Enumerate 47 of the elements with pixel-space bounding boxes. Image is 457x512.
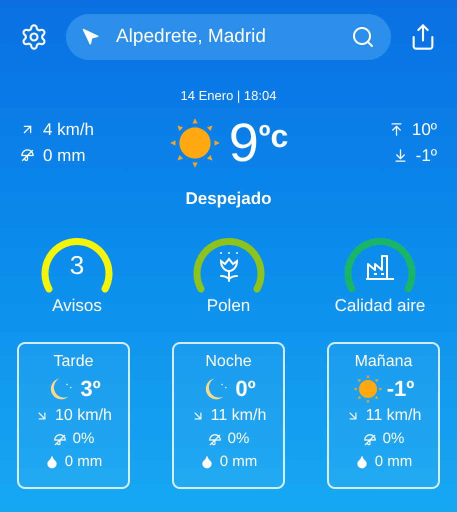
period-name: Mañana <box>354 352 412 372</box>
rain-off-icon <box>52 432 67 447</box>
current-temperature: 9 <box>228 116 259 170</box>
period-rain-chance: 0% <box>228 430 250 449</box>
period-wind: 10 km/h <box>55 406 112 426</box>
gauge-value: 3 <box>70 250 84 280</box>
search-icon[interactable] <box>351 25 375 49</box>
forecast-card[interactable]: Noche 0º 11 km/h 0% 0 mm <box>172 342 285 490</box>
period-temperature: 0º <box>235 378 256 400</box>
forecast-card[interactable]: Tarde 3º 10 km/h 0% 0 mm <box>17 342 130 490</box>
rain-off-icon <box>362 432 377 447</box>
rain-off-icon <box>20 148 35 163</box>
gauge-label: Polen <box>206 295 250 316</box>
drop-icon <box>354 455 369 470</box>
min-temperature: -1º <box>416 144 437 166</box>
wind-speed: 4 km/h <box>43 119 94 140</box>
period-rain: 0 mm <box>220 453 258 472</box>
date-time: 14 Enero | 18:04 <box>180 87 276 105</box>
period-wind: 11 km/h <box>210 406 266 426</box>
forecast-card[interactable]: Mañana -1º 11 km/h 0% 0 mm <box>327 342 440 490</box>
period-rain-chance: 0% <box>382 430 404 449</box>
period-name: Noche <box>205 352 252 372</box>
location-arrow-icon <box>82 28 100 46</box>
gauge-label: Avisos <box>52 295 102 316</box>
period-rain: 0 mm <box>64 453 102 472</box>
max-temperature: 10º <box>412 119 437 140</box>
period-name: Tarde <box>53 352 94 372</box>
temperature-unit: ºc <box>258 120 288 152</box>
drop-icon <box>44 455 59 470</box>
sun-icon <box>352 374 383 404</box>
factory-icon <box>365 252 395 282</box>
period-rain: 0 mm <box>374 453 412 472</box>
search-field[interactable]: Alpedrete, Madrid <box>66 14 391 60</box>
max-temp-icon <box>388 122 404 138</box>
gauge-label: Calidad aire <box>334 295 426 316</box>
sun-icon <box>168 116 221 168</box>
location-text: Alpedrete, Madrid <box>116 24 267 49</box>
drop-icon <box>200 455 214 470</box>
min-temp-icon <box>392 148 408 163</box>
settings-icon[interactable] <box>20 23 48 51</box>
period-wind: 11 km/h <box>366 406 422 426</box>
period-temperature: -1º <box>386 378 414 400</box>
rain-off-icon <box>208 432 222 447</box>
rain-amount: 0 mm <box>43 144 86 166</box>
period-rain-chance: 0% <box>72 430 94 449</box>
weather-condition: Despejado <box>186 188 272 210</box>
period-temperature: 3º <box>80 378 101 400</box>
